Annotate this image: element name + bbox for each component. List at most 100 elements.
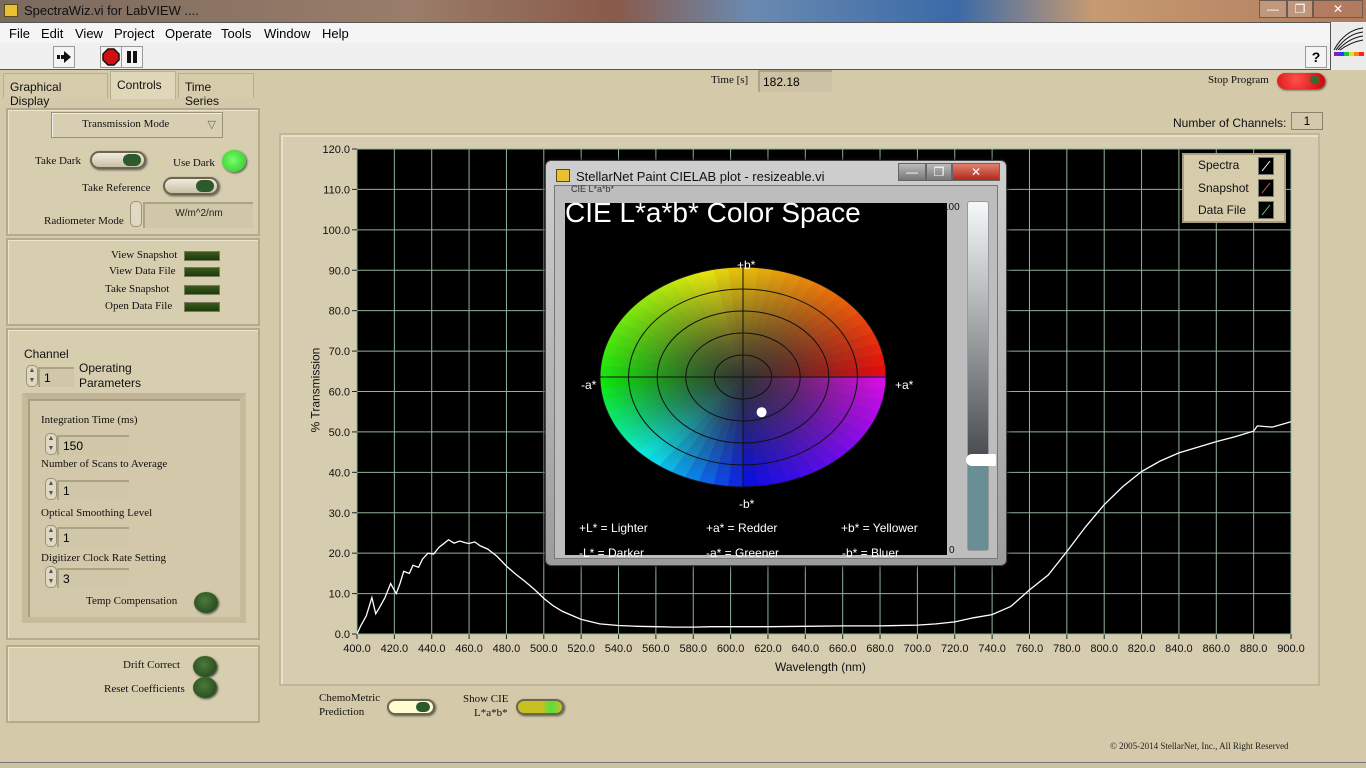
x-tick-label: 820.0 xyxy=(1128,643,1156,655)
note-yellower: +b* = Yellower xyxy=(841,521,918,535)
scans-stepper-icon[interactable]: ▲ ▼ xyxy=(45,478,57,500)
minimize-button[interactable]: — xyxy=(1259,0,1287,18)
y-tick-label: 10.0 xyxy=(329,589,350,601)
integration-time-stepper-icon[interactable]: ▲ ▼ xyxy=(45,433,57,455)
close-button[interactable]: ✕ xyxy=(1313,0,1363,18)
labview-app-icon xyxy=(4,4,18,17)
dialog-close-button[interactable]: ✕ xyxy=(952,163,1000,181)
tab-graphical-display[interactable]: Graphical Display xyxy=(3,73,108,108)
x-tick-label: 580.0 xyxy=(679,643,707,655)
maximize-icon: ❐ xyxy=(933,165,945,179)
digitizer-stepper-icon[interactable]: ▲ ▼ xyxy=(45,566,57,588)
take-reference-button[interactable] xyxy=(163,177,219,195)
show-cie-lab-toggle[interactable] xyxy=(516,699,564,715)
plot-legend: Spectra Snapshot Data File xyxy=(1182,153,1286,223)
digitizer-clock-value[interactable]: 3 xyxy=(57,568,129,588)
open-data-file-button[interactable] xyxy=(184,302,220,312)
channels-value: 1 xyxy=(1291,112,1323,130)
y-tick-label: 90.0 xyxy=(329,265,350,277)
tab-label: Graphical Display xyxy=(10,80,62,108)
channel-stepper-icon[interactable]: ▲ ▼ xyxy=(26,365,38,387)
labview-vi-icon xyxy=(556,169,570,182)
x-tick-label: 880.0 xyxy=(1240,643,1268,655)
toggle-knob-icon xyxy=(123,154,141,166)
help-icon: ? xyxy=(1311,49,1321,65)
time-label: Time [s] xyxy=(711,74,749,86)
digitizer-clock-label: Digitizer Clock Rate Setting xyxy=(41,552,166,564)
copyright-text: © 2005-2014 StellarNet, Inc., All Right … xyxy=(1110,741,1289,751)
channel-value[interactable]: 1 xyxy=(38,367,74,387)
operating-parameters-label: Operating Parameters xyxy=(79,361,142,390)
use-dark-led[interactable] xyxy=(222,150,246,172)
menu-help[interactable]: Help xyxy=(322,26,349,41)
scans-to-average-value[interactable]: 1 xyxy=(57,480,129,500)
radiometer-mode-value: W/m^2/nm xyxy=(143,202,253,228)
y-tick-label: 30.0 xyxy=(329,508,350,520)
take-snapshot-button[interactable] xyxy=(184,285,220,295)
radiometer-mode-stepper[interactable] xyxy=(130,201,142,227)
menu-window[interactable]: Window xyxy=(264,26,310,41)
tab-time-series[interactable]: Time Series xyxy=(178,73,254,108)
cielab-dialog[interactable]: StellarNet Paint CIELAB plot - resizeabl… xyxy=(545,160,1007,566)
l-value-slider[interactable] xyxy=(966,201,996,551)
x-tick-label: 400.0 xyxy=(343,643,371,655)
chemometric-label-2: Prediction xyxy=(319,706,365,718)
stop-program-button[interactable] xyxy=(1277,73,1325,89)
l-scale-max: 100 xyxy=(943,202,960,213)
chemometric-prediction-toggle[interactable] xyxy=(387,699,435,715)
menu-view[interactable]: View xyxy=(75,26,103,41)
abort-button[interactable] xyxy=(100,46,122,68)
y-tick-label: 60.0 xyxy=(329,387,350,399)
smoothing-stepper-icon[interactable]: ▲ ▼ xyxy=(45,525,57,547)
run-button[interactable] xyxy=(53,46,75,68)
mode-select[interactable]: Transmission Mode ▽ xyxy=(51,112,223,138)
bottom-border xyxy=(0,762,1366,768)
integration-time-value[interactable]: 150 xyxy=(57,435,129,455)
tab-controls[interactable]: Controls xyxy=(110,71,176,99)
take-dark-label: Take Dark xyxy=(35,155,81,167)
menu-edit[interactable]: Edit xyxy=(41,26,63,41)
close-icon: ✕ xyxy=(1332,2,1344,16)
radiometer-mode-label: Radiometer Mode xyxy=(44,215,124,227)
cielab-dialog-title: StellarNet Paint CIELAB plot - resizeabl… xyxy=(576,169,825,184)
window-title-bar: SpectraWiz.vi for LabVIEW .... — ❐ ✕ xyxy=(0,0,1366,22)
x-tick-label: 500.0 xyxy=(530,643,558,655)
x-tick-label: 680.0 xyxy=(866,643,894,655)
menu-file[interactable]: File xyxy=(9,26,30,41)
l-slider-thumb[interactable] xyxy=(966,453,996,466)
legend-swatch-snapshot[interactable] xyxy=(1258,179,1274,197)
take-reference-label: Take Reference xyxy=(82,182,151,194)
temp-compensation-label: Temp Compensation xyxy=(86,595,178,607)
x-tick-label: 460.0 xyxy=(455,643,483,655)
view-snapshot-button[interactable] xyxy=(184,251,220,261)
view-snapshot-label: View Snapshot xyxy=(111,249,178,261)
maximize-button[interactable]: ❐ xyxy=(1287,0,1313,18)
reset-coefficients-button[interactable] xyxy=(193,677,217,698)
pause-button[interactable] xyxy=(121,46,143,68)
y-tick-label: 100.0 xyxy=(322,225,350,237)
y-tick-label: 80.0 xyxy=(329,306,350,318)
temp-compensation-button[interactable] xyxy=(194,592,218,613)
legend-swatch-spectra[interactable] xyxy=(1258,157,1274,175)
take-dark-button[interactable] xyxy=(90,151,146,169)
legend-label-spectra: Spectra xyxy=(1198,158,1240,172)
dialog-minimize-button[interactable]: — xyxy=(898,163,926,181)
optical-smoothing-value[interactable]: 1 xyxy=(57,527,129,547)
drift-correct-button[interactable] xyxy=(193,656,217,677)
menu-tools[interactable]: Tools xyxy=(221,26,251,41)
channels-label: Number of Channels: xyxy=(1173,116,1287,130)
x-tick-label: 440.0 xyxy=(418,643,446,655)
dialog-maximize-button[interactable]: ❐ xyxy=(926,163,952,181)
x-tick-label: 640.0 xyxy=(792,643,820,655)
chart-xlabel: Wavelength (nm) xyxy=(775,660,866,674)
menu-operate[interactable]: Operate xyxy=(165,26,212,41)
toolbar: ? xyxy=(0,43,1330,70)
measured-color-point xyxy=(756,407,767,418)
legend-swatch-data-file[interactable] xyxy=(1258,201,1274,219)
show-cie-label-1: Show CIE xyxy=(463,693,509,705)
menu-project[interactable]: Project xyxy=(114,26,154,41)
run-arrow-icon xyxy=(57,51,71,63)
y-tick-label: 110.0 xyxy=(323,184,350,196)
view-data-file-button[interactable] xyxy=(184,267,220,277)
context-help-button[interactable]: ? xyxy=(1305,46,1327,68)
